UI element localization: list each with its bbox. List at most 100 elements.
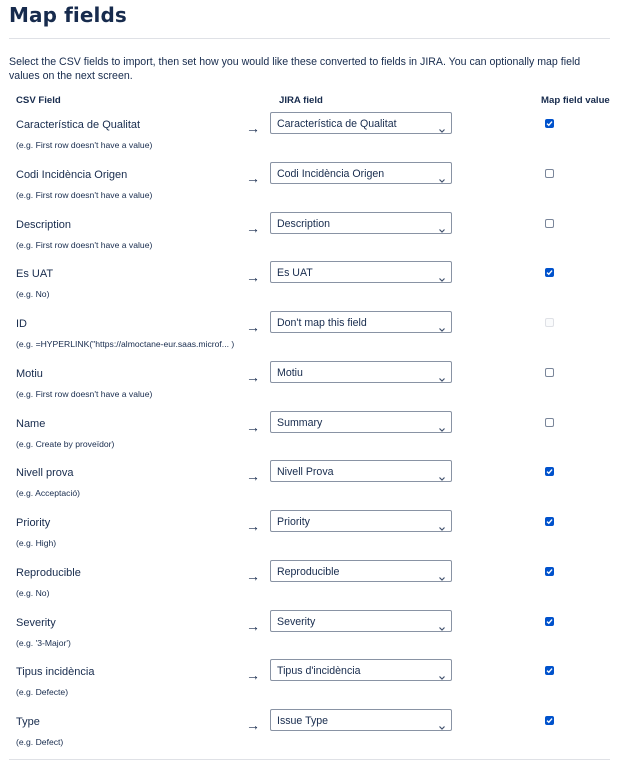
- checkmark-icon: [546, 619, 553, 625]
- chevron-down-icon: [439, 718, 445, 730]
- chevron-down-icon: [439, 221, 445, 233]
- csv-field-example: (e.g. First row doesn't have a value): [16, 240, 153, 250]
- page-title: Map fields: [9, 3, 127, 27]
- checkmark-icon: [546, 668, 553, 674]
- csv-field-example: (e.g. High): [16, 538, 57, 548]
- column-header-jira-field: JIRA field: [279, 95, 323, 106]
- title-divider: [9, 38, 610, 39]
- chevron-down-icon: [439, 619, 445, 631]
- csv-field-example: (e.g. Acceptació): [16, 488, 81, 498]
- csv-field-example: (e.g. No): [16, 289, 50, 299]
- mapping-arrow-icon: →: [246, 717, 260, 733]
- jira-field-select[interactable]: Nivell Prova: [270, 460, 452, 482]
- map-field-value-checkbox[interactable]: [545, 219, 554, 228]
- mapping-arrow-icon: →: [246, 369, 260, 385]
- mapping-arrow-icon: →: [246, 568, 260, 584]
- csv-field-name: Type: [16, 716, 40, 728]
- csv-field-name: Característica de Qualitat: [16, 119, 141, 131]
- jira-field-selected-value: Motiu: [277, 367, 303, 379]
- chevron-down-icon: [439, 270, 445, 282]
- jira-field-selected-value: Severity: [277, 616, 316, 628]
- csv-field-example: (e.g. First row doesn't have a value): [16, 389, 153, 399]
- jira-field-selected-value: Priority: [277, 516, 310, 528]
- map-field-value-checkbox[interactable]: [545, 268, 554, 277]
- csv-field-name: Name: [16, 418, 46, 430]
- csv-field-example: (e.g. No): [16, 588, 50, 598]
- csv-field-example: (e.g. First row doesn't have a value): [16, 190, 153, 200]
- mapping-arrow-icon: →: [246, 618, 260, 634]
- map-fields-page: Map fields Select the CSV fields to impo…: [0, 0, 620, 767]
- chevron-down-icon: [439, 121, 445, 133]
- map-field-value-checkbox[interactable]: [545, 716, 554, 725]
- jira-field-select[interactable]: Motiu: [270, 361, 452, 383]
- intro-text: Select the CSV fields to import, then se…: [9, 56, 581, 82]
- csv-field-name: Es UAT: [16, 268, 54, 280]
- csv-field-example: (e.g. '3-Major'): [16, 638, 71, 648]
- jira-field-selected-value: Característica de Qualitat: [277, 118, 397, 130]
- column-header-csv-field: CSV Field: [16, 95, 61, 106]
- jira-field-select[interactable]: Issue Type: [270, 709, 452, 731]
- jira-field-select[interactable]: Description: [270, 212, 452, 234]
- checkmark-icon: [546, 718, 553, 724]
- checkmark-icon: [546, 569, 553, 575]
- mapping-arrow-icon: →: [246, 220, 260, 236]
- jira-field-selected-value: Reproducible: [277, 566, 340, 578]
- jira-field-select[interactable]: Summary: [270, 411, 452, 433]
- jira-field-select[interactable]: Tipus d'incidència: [270, 659, 452, 681]
- checkmark-icon: [546, 469, 553, 475]
- map-field-value-checkbox[interactable]: [545, 567, 554, 576]
- csv-field-example: (e.g. Defecte): [16, 687, 69, 697]
- jira-field-select[interactable]: Priority: [270, 510, 452, 532]
- csv-field-name: ID: [16, 318, 27, 330]
- chevron-down-icon: [439, 569, 445, 581]
- mapping-arrow-icon: →: [246, 667, 260, 683]
- jira-field-select[interactable]: Característica de Qualitat: [270, 112, 452, 134]
- chevron-down-icon: [439, 519, 445, 531]
- jira-field-selected-value: Nivell Prova: [277, 466, 334, 478]
- csv-field-name: Severity: [16, 617, 56, 629]
- checkmark-icon: [546, 270, 553, 276]
- chevron-down-icon: [439, 370, 445, 382]
- map-field-value-checkbox[interactable]: [545, 467, 554, 476]
- map-field-value-checkbox: [545, 318, 554, 327]
- csv-field-name: Description: [16, 219, 72, 231]
- csv-field-example: (e.g. =HYPERLINK("https://almoctane-eur.…: [16, 339, 235, 349]
- map-field-value-checkbox[interactable]: [545, 617, 554, 626]
- chevron-down-icon: [439, 171, 445, 183]
- csv-field-example: (e.g. Defect): [16, 737, 64, 747]
- csv-field-example: (e.g. Create by proveïdor): [16, 439, 115, 449]
- mapping-arrow-icon: →: [246, 319, 260, 335]
- csv-field-name: Codi Incidència Origen: [16, 169, 128, 181]
- chevron-down-icon: [439, 469, 445, 481]
- map-field-value-checkbox[interactable]: [545, 368, 554, 377]
- mapping-arrow-icon: →: [246, 120, 260, 136]
- jira-field-selected-value: Don't map this field: [277, 317, 367, 329]
- map-field-value-checkbox[interactable]: [545, 517, 554, 526]
- csv-field-name: Priority: [16, 517, 51, 529]
- chevron-down-icon: [439, 420, 445, 432]
- csv-field-example: (e.g. First row doesn't have a value): [16, 140, 153, 150]
- chevron-down-icon: [439, 668, 445, 680]
- csv-field-name: Tipus incidència: [16, 666, 95, 678]
- checkmark-icon: [546, 519, 553, 525]
- jira-field-selected-value: Tipus d'incidència: [277, 665, 361, 677]
- map-field-value-checkbox[interactable]: [545, 418, 554, 427]
- bottom-divider: [9, 759, 610, 760]
- map-field-value-checkbox[interactable]: [545, 169, 554, 178]
- map-field-value-checkbox[interactable]: [545, 119, 554, 128]
- jira-field-selected-value: Issue Type: [277, 715, 329, 727]
- jira-field-select[interactable]: Es UAT: [270, 261, 452, 283]
- checkmark-icon: [546, 121, 553, 127]
- mapping-arrow-icon: →: [246, 170, 260, 186]
- csv-field-name: Reproducible: [16, 567, 81, 579]
- chevron-down-icon: [439, 320, 445, 332]
- jira-field-selected-value: Summary: [277, 417, 323, 429]
- jira-field-select[interactable]: Severity: [270, 610, 452, 632]
- jira-field-select[interactable]: Codi Incidència Origen: [270, 162, 452, 184]
- map-field-value-checkbox[interactable]: [545, 666, 554, 675]
- mapping-arrow-icon: →: [246, 419, 260, 435]
- csv-field-name: Nivell prova: [16, 467, 74, 479]
- jira-field-select[interactable]: Reproducible: [270, 560, 452, 582]
- jira-field-select[interactable]: Don't map this field: [270, 311, 452, 333]
- jira-field-selected-value: Es UAT: [277, 267, 313, 279]
